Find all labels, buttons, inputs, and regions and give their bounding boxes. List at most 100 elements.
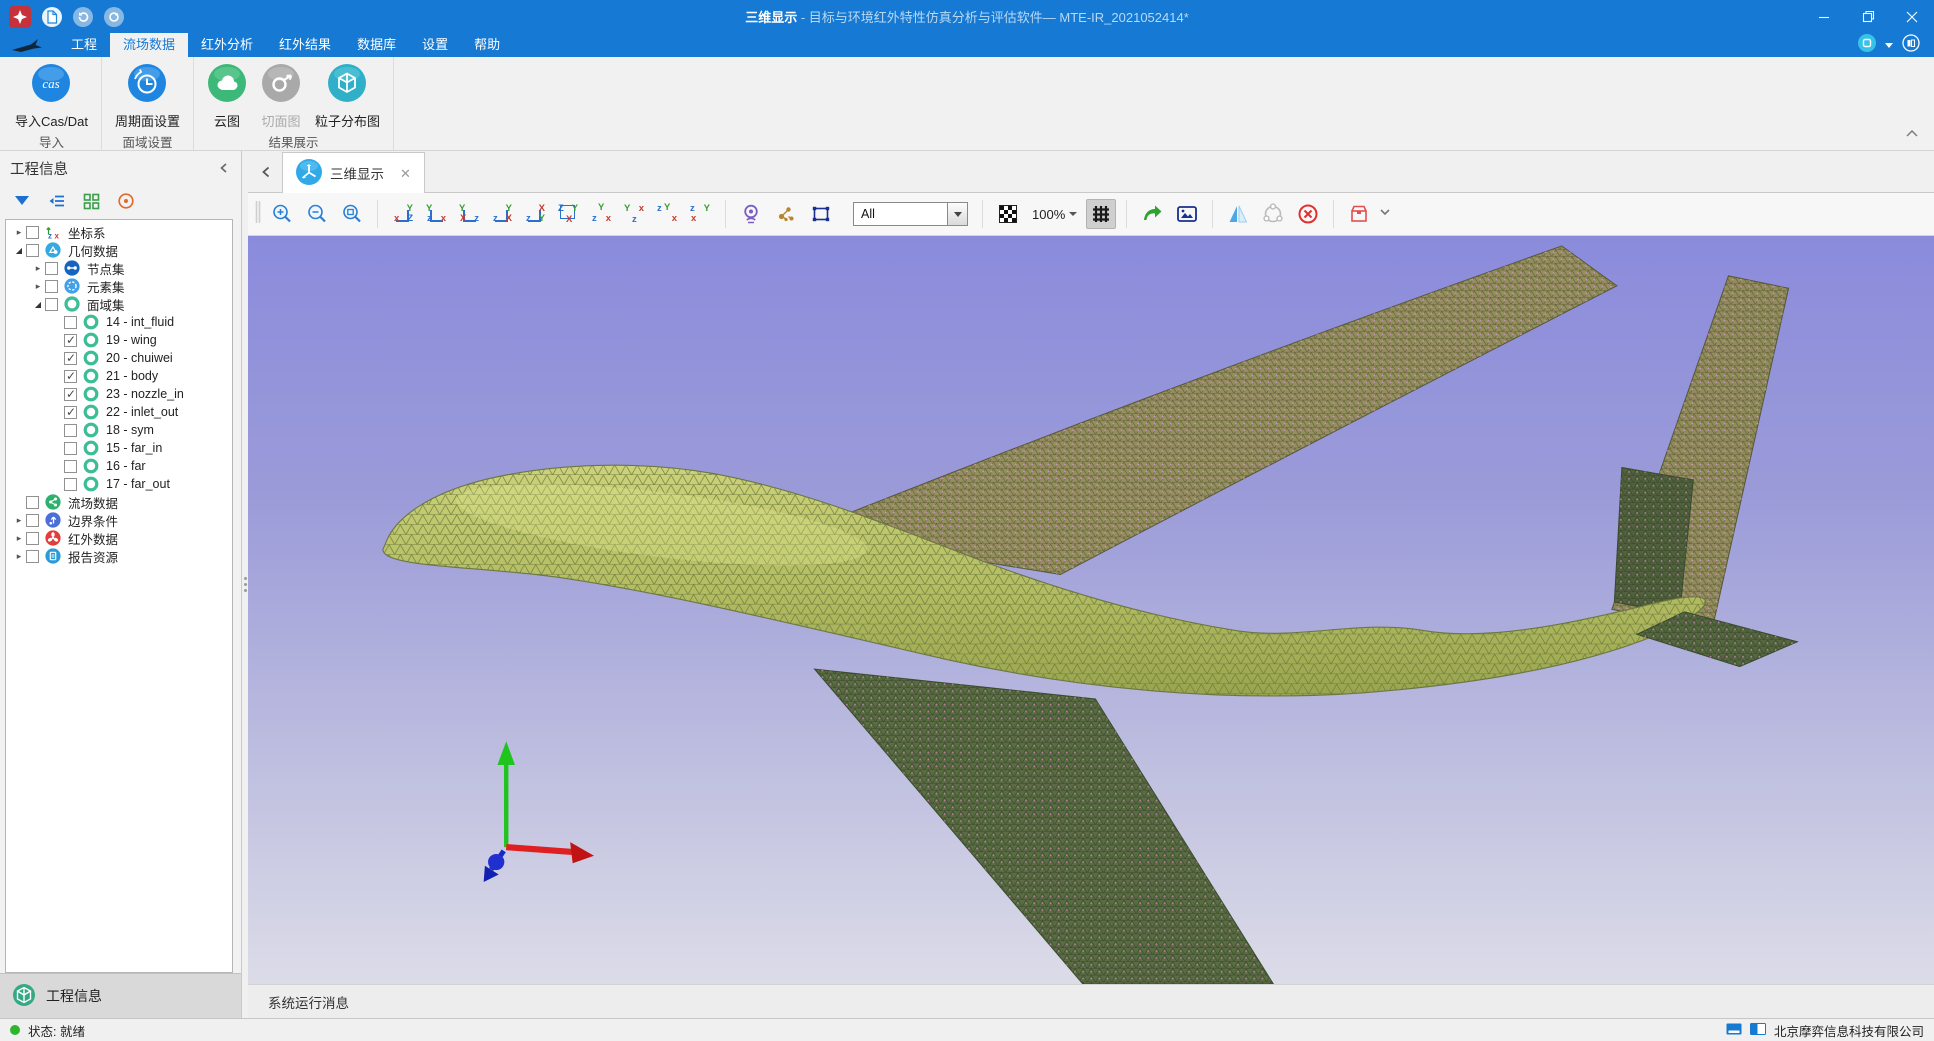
layout-split-icon[interactable] (1750, 1023, 1766, 1038)
tree-item-checkbox[interactable] (26, 550, 39, 563)
probe-camera-button[interactable] (736, 199, 766, 229)
title-dropdown-caret-icon[interactable] (1885, 43, 1893, 48)
view-orientation-button-1[interactable]: xZY (390, 201, 416, 227)
tree-item-checkbox[interactable] (64, 406, 77, 419)
box-select-button[interactable] (806, 199, 836, 229)
new-file-icon[interactable] (42, 7, 62, 27)
archive-dropdown-icon[interactable] (1379, 205, 1391, 223)
locate-target-icon[interactable] (117, 192, 135, 210)
menu-item[interactable]: 工程 (58, 33, 110, 57)
zoom-level-dropdown[interactable]: 100% (1032, 207, 1077, 222)
tree-expand-icon[interactable]: ▸ (12, 533, 26, 544)
ribbon-button[interactable]: 切面图 (254, 62, 308, 131)
tree-item-checkbox[interactable] (26, 532, 39, 545)
project-info-dock-tab[interactable]: 工程信息 (0, 973, 241, 1018)
tree-item[interactable]: 16 - far (6, 457, 232, 475)
tree-expand-icon[interactable]: ◢ (12, 246, 26, 255)
view-orientation-button-8[interactable]: Yxz (621, 201, 647, 227)
tree-item[interactable]: ▸元素集 (6, 277, 232, 295)
view-orientation-button-3[interactable]: YXz (456, 201, 482, 227)
tree-item[interactable]: 流场数据 (6, 493, 232, 511)
tree-item[interactable]: 20 - chuiwei (6, 349, 232, 367)
tree-item-checkbox[interactable] (64, 442, 77, 455)
particle-trace-button[interactable] (771, 199, 801, 229)
menu-item[interactable]: 红外分析 (188, 33, 266, 57)
tree-item[interactable]: 21 - body (6, 367, 232, 385)
tree-item[interactable]: 23 - nozzle_in (6, 385, 232, 403)
tree-item[interactable]: ▸边界条件 (6, 511, 232, 529)
archive-button[interactable] (1344, 199, 1374, 229)
tree-item-checkbox[interactable] (45, 280, 58, 293)
tree-expand-icon[interactable]: ▸ (12, 551, 26, 562)
panel-collapse-button[interactable] (217, 161, 231, 175)
tree-item-checkbox[interactable] (45, 298, 58, 311)
tree-expand-icon[interactable]: ▸ (12, 515, 26, 526)
tree-item-checkbox[interactable] (64, 424, 77, 437)
tree-expand-icon[interactable]: ◢ (31, 300, 45, 309)
help-book-icon[interactable] (1902, 34, 1920, 57)
tree-item[interactable]: 22 - inlet_out (6, 403, 232, 421)
tree-item-checkbox[interactable] (64, 316, 77, 329)
tree-item-checkbox[interactable] (45, 262, 58, 275)
view-orientation-button-2[interactable]: Yzx (423, 201, 449, 227)
grid-toggle-button[interactable] (1086, 199, 1116, 229)
share-network-button[interactable] (1258, 199, 1288, 229)
display-filter-dropdown-button[interactable] (947, 202, 968, 226)
menu-item[interactable]: 红外结果 (266, 33, 344, 57)
filter-icon[interactable] (13, 193, 31, 209)
tree-expand-icon[interactable]: ▸ (31, 263, 45, 274)
tree-item[interactable]: 18 - sym (6, 421, 232, 439)
tree-item-checkbox[interactable] (64, 352, 77, 365)
tree-item[interactable]: ◢几何数据 (6, 241, 232, 259)
view-orientation-button-6[interactable]: ZYX (555, 201, 581, 227)
zoom-fit-button[interactable] (337, 199, 367, 229)
ribbon-button[interactable]: cas导入Cas/Dat (8, 62, 95, 131)
tab-3d-display[interactable]: 三维显示 ✕ (282, 152, 425, 193)
tree-item[interactable]: ▸报告资源 (6, 547, 232, 565)
tree-item-checkbox[interactable] (26, 226, 39, 239)
redo-icon[interactable] (104, 7, 124, 27)
menu-item[interactable]: 流场数据 (110, 33, 188, 57)
app-icon[interactable] (9, 6, 31, 28)
tree-expand-icon[interactable]: ▸ (31, 281, 45, 292)
export-view-button[interactable] (1137, 199, 1167, 229)
close-button[interactable] (1890, 0, 1934, 33)
tree-item[interactable]: ▸红外数据 (6, 529, 232, 547)
tree-item[interactable]: 14 - int_fluid (6, 313, 232, 331)
menu-item[interactable]: 帮助 (461, 33, 513, 57)
tree-expand-icon[interactable]: ▸ (12, 227, 26, 238)
snapshot-button[interactable] (1172, 199, 1202, 229)
grid-view-icon[interactable] (83, 193, 100, 210)
maximize-button[interactable] (1846, 0, 1890, 33)
layout-toggle-icon[interactable] (1726, 1023, 1742, 1038)
ribbon-button[interactable]: 粒子分布图 (308, 62, 387, 131)
viewport-3d[interactable] (248, 236, 1934, 984)
tree-item[interactable]: ▸zx坐标系 (6, 223, 232, 241)
view-orientation-button-5[interactable]: XzY (522, 201, 548, 227)
tree-item-checkbox[interactable] (26, 514, 39, 527)
tab-scroll-left-button[interactable] (250, 165, 282, 179)
ribbon-collapse-icon[interactable] (1904, 126, 1920, 144)
undo-icon[interactable] (73, 7, 93, 27)
tree-item[interactable]: ◢面域集 (6, 295, 232, 313)
ribbon-button[interactable]: 云图 (200, 62, 254, 131)
ribbon-button[interactable]: 周期面设置 (108, 62, 187, 131)
tab-close-icon[interactable]: ✕ (400, 167, 411, 180)
tree-item-checkbox[interactable] (64, 370, 77, 383)
display-filter-value[interactable]: All (853, 202, 947, 226)
menu-item[interactable]: 设置 (409, 33, 461, 57)
tree-item[interactable]: ▸节点集 (6, 259, 232, 277)
cancel-button[interactable] (1293, 199, 1323, 229)
view-orientation-button-4[interactable]: YzX (489, 201, 515, 227)
minimize-button[interactable] (1802, 0, 1846, 33)
tree-item-checkbox[interactable] (26, 244, 39, 257)
tree-item-checkbox[interactable] (64, 388, 77, 401)
opacity-checker-icon[interactable] (993, 199, 1023, 229)
tree-item[interactable]: 19 - wing (6, 331, 232, 349)
mirror-button[interactable] (1223, 199, 1253, 229)
tree-item-checkbox[interactable] (26, 496, 39, 509)
list-view-icon[interactable] (48, 193, 66, 209)
theme-icon[interactable] (1858, 34, 1876, 57)
tree-item[interactable]: 15 - far_in (6, 439, 232, 457)
tree-item-checkbox[interactable] (64, 478, 77, 491)
